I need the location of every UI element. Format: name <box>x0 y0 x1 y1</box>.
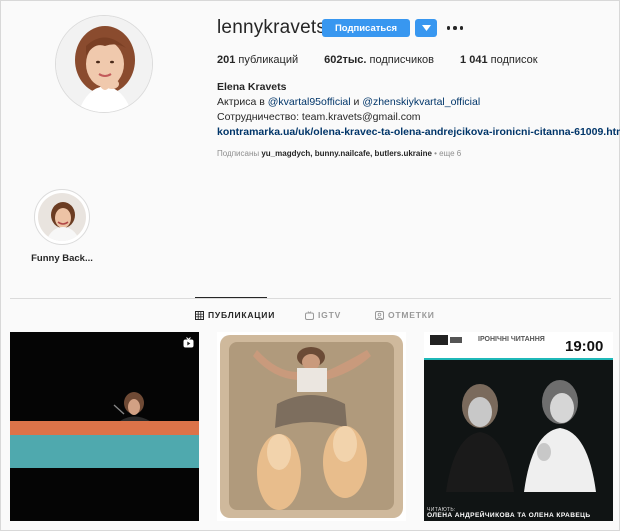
followers-label: подписчиков <box>369 54 435 66</box>
chevron-down-icon <box>421 25 431 31</box>
poster-time: 19:00 <box>565 338 604 355</box>
bio-external-link[interactable]: kontramarka.ua/uk/olena-kravec-ta-olena-… <box>217 125 620 140</box>
poster-title: ІРОНІЧНІ ЧИТАННЯ <box>478 336 545 343</box>
bio-contact-line: Сотрудничество: team.kravets@gmail.com <box>217 111 421 123</box>
profile-full-name: Elena Kravets <box>217 81 287 93</box>
posts-label: публикаций <box>238 54 299 66</box>
bio-line-1: Актриса в @kvartal95official и @zhenskiy… <box>217 95 617 110</box>
highlight-item[interactable] <box>34 189 90 245</box>
highlight-cover <box>38 193 86 241</box>
tab-igtv-label: IGTV <box>318 310 342 320</box>
followed-by-line[interactable]: Подписаны yu_magdych, bunny.nailcafe, bu… <box>217 149 461 158</box>
followed-by-prefix: Подписаны <box>217 149 260 158</box>
tab-posts-label: ПУБЛИКАЦИИ <box>208 310 276 320</box>
posts-count: 201 <box>217 54 236 66</box>
active-tab-indicator <box>195 297 267 298</box>
igtv-icon <box>305 310 314 320</box>
mention-link-zhenskiykvartal[interactable]: @zhenskiykvartal_official <box>362 96 480 108</box>
tabs-divider <box>10 298 611 299</box>
following-count: 1 041 <box>460 54 488 66</box>
bio-role-text: Актриса в <box>217 96 265 108</box>
highlight-label: Funny Back... <box>31 253 93 264</box>
more-dots-icon <box>446 26 451 30</box>
posts-stat: 201 публикаций <box>217 54 298 66</box>
post-thumbnail-photo[interactable] <box>217 332 406 521</box>
tab-tagged[interactable]: ОТМЕТКИ <box>375 310 435 320</box>
tab-tagged-label: ОТМЕТКИ <box>388 310 435 320</box>
profile-username: lennykravets <box>217 17 327 38</box>
poster-footer: ЧИТАЮТЬ: ОЛЕНА АНДРЕЙЧИКОВА ТА ОЛЕНА КРА… <box>427 507 591 519</box>
following-label: подписок <box>490 54 538 66</box>
profile-avatar[interactable] <box>55 15 153 113</box>
followed-by-more: • еще 6 <box>434 149 462 158</box>
suggestions-dropdown-button[interactable] <box>415 19 437 37</box>
following-stat[interactable]: 1 041 подписок <box>460 54 538 66</box>
post-thumbnail-video[interactable] <box>10 332 199 521</box>
mention-link-kvartal95[interactable]: @kvartal95official <box>268 96 351 108</box>
followed-by-users: yu_magdych, bunny.nailcafe, butlers.ukra… <box>261 149 432 158</box>
more-dots-icon <box>453 26 457 30</box>
more-dots-icon <box>459 26 464 30</box>
tab-posts[interactable]: ПУБЛИКАЦИИ <box>195 310 275 320</box>
post-thumbnail-poster[interactable]: ІРОНІЧНІ ЧИТАННЯ 19:00 ЧИТАЮТЬ: ОЛЕНА АН… <box>424 332 613 521</box>
bio-and-text: и <box>353 96 360 108</box>
subscribe-button[interactable]: Подписаться <box>322 19 410 37</box>
grid-icon <box>195 310 204 320</box>
igtv-badge-icon <box>183 337 194 348</box>
followers-count: 602тыс. <box>324 54 367 66</box>
poster-footer-names: ОЛЕНА АНДРЕЙЧИКОВА ТА ОЛЕНА КРАВЕЦЬ <box>427 512 591 519</box>
more-options-button[interactable] <box>444 20 466 36</box>
tab-igtv[interactable]: IGTV <box>305 310 341 320</box>
profile-bio: Elena Kravets Актриса в @kvartal95offici… <box>217 80 620 140</box>
tagged-icon <box>375 310 384 320</box>
profile-stats: 201 публикаций 602тыс. подписчиков 1 041… <box>217 54 564 66</box>
followers-stat[interactable]: 602тыс. подписчиков <box>324 54 434 66</box>
